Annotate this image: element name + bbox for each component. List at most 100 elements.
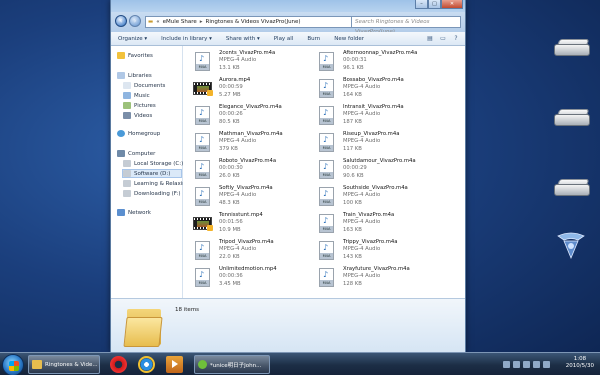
starcraft-logo-icon[interactable] — [554, 228, 588, 262]
drive-icon — [123, 180, 131, 187]
nav-documents[interactable]: Documents — [123, 82, 165, 89]
minimize-button[interactable]: – — [415, 0, 428, 9]
maximize-button[interactable]: □ — [428, 0, 441, 9]
title-bar[interactable] — [111, 0, 465, 12]
file-item[interactable]: ♪ M4A Bossabo_VivazPro.m4a MPEG-4 Audio 164 … — [319, 77, 453, 103]
nav-computer[interactable]: Computer — [117, 150, 155, 157]
nav-music[interactable]: Music — [123, 92, 150, 99]
file-item[interactable]: ♪ M4A Tripod_VivazPro.m4a MPEG-4 Audio 22.0 … — [195, 239, 329, 265]
file-size: 48.3 KB — [219, 199, 240, 206]
tray-icon[interactable] — [503, 361, 510, 368]
file-item[interactable]: ♪ M4A Softly_VivazPro.m4a MPEG-4 Audio 48.3 … — [195, 185, 329, 211]
nav-label: Software (D:) — [134, 170, 171, 177]
file-item[interactable]: ♪ M4A Xrayfuture_VivazPro.m4a MPEG-4 Audio 1… — [319, 266, 453, 292]
audio-file-icon: ♪ M4A — [195, 241, 210, 260]
network-tray-icon[interactable] — [533, 361, 540, 368]
folder-icon — [123, 303, 163, 347]
desktop-drive-icon[interactable] — [550, 178, 594, 200]
nav-videos[interactable]: Videos — [123, 112, 152, 119]
search-input[interactable]: Search Ringtones & Videos VivazPro(June) — [351, 16, 461, 35]
drive-icon — [123, 170, 131, 177]
nav-pictures[interactable]: Pictures — [123, 102, 156, 109]
nav-label: Documents — [134, 82, 166, 89]
file-item[interactable]: ♪ M4A Trippy_VivazPro.m4a MPEG-4 Audio 143 K… — [319, 239, 453, 265]
tray-icon[interactable] — [523, 361, 530, 368]
nav-libraries[interactable]: Libraries — [117, 72, 152, 79]
file-details: Southside_VivazPro.m4a MPEG-4 Audio 100 KB — [343, 185, 408, 207]
videos-icon — [123, 112, 131, 119]
nav-homegroup[interactable]: Homegroup — [117, 130, 160, 137]
forward-button[interactable]: › — [129, 15, 141, 27]
audio-file-icon: ♪ M4A — [319, 106, 334, 125]
file-name: Unlimitedmotion.mp4 — [219, 266, 277, 272]
file-details: Intransit_VivazPro.m4a MPEG-4 Audio 187 KB — [343, 104, 404, 126]
nav-local-storage[interactable]: Local Storage (C:) — [123, 160, 183, 167]
nav-learning[interactable]: Learning & Relaxing — [123, 180, 189, 187]
file-item[interactable]: ♪ M4A Afternoonnap_VivazPro.m4a 00:00:31 96.… — [319, 50, 453, 76]
view-options-icon[interactable]: ▤ — [425, 34, 435, 43]
organize-button[interactable]: Organize ▾ — [111, 36, 154, 42]
nav-favorites[interactable]: Favorites — [117, 52, 153, 59]
new-folder-button[interactable]: New folder — [327, 36, 371, 42]
file-size: 96.1 KB — [343, 64, 364, 71]
burn-button[interactable]: Burn — [300, 36, 327, 42]
preview-pane-icon[interactable]: ▭ — [438, 34, 448, 43]
volume-icon[interactable] — [543, 361, 550, 368]
file-item[interactable]: ♪ M4A Southside_VivazPro.m4a MPEG-4 Audio 10… — [319, 185, 453, 211]
taskbar-chat-button[interactable]: *unice明日子John... — [194, 355, 270, 374]
nav-network[interactable]: Network — [117, 209, 151, 216]
file-item[interactable]: ♪ M4A Riseup_VivazPro.m4a MPEG-4 Audio 117 K… — [319, 131, 453, 157]
breadcrumb-part[interactable]: Ringtones & Videos VivazPro(June) — [206, 19, 301, 25]
file-item[interactable]: ♪ M4A Unlimitedmotion.mp4 00:00:36 3.45 MB — [195, 266, 329, 292]
file-details: Tripod_VivazPro.m4a MPEG-4 Audio 22.0 KB — [219, 239, 274, 261]
windows-logo-icon — [9, 361, 19, 371]
navigation-pane: Favorites Libraries Documents Music Pict… — [111, 46, 189, 298]
file-info: MPEG-4 Audio — [343, 138, 381, 145]
taskbar-explorer-button[interactable]: Ringtones & Vide... — [28, 355, 100, 374]
tray-icon[interactable] — [513, 361, 520, 368]
start-button[interactable] — [2, 354, 24, 375]
share-with-button[interactable]: Share with ▾ — [219, 36, 267, 42]
play-all-button[interactable]: Play all — [267, 36, 301, 42]
nav-software[interactable]: Software (D:) — [122, 169, 182, 178]
file-item[interactable]: ♪ M4A Elegance_VivazPro.m4a 00:00:26 80.5 KB — [195, 104, 329, 130]
audio-file-icon: ♪ M4A — [319, 268, 334, 287]
address-overflow[interactable]: « — [156, 19, 159, 25]
file-item[interactable]: ♪ M4A Intransit_VivazPro.m4a MPEG-4 Audio 18… — [319, 104, 453, 130]
include-in-library-button[interactable]: Include in library ▾ — [154, 36, 219, 42]
file-item[interactable]: Tennisstunt.mp4 00:01:56 10.9 MB — [193, 212, 329, 238]
internet-explorer-icon[interactable] — [138, 356, 155, 373]
file-details: Unlimitedmotion.mp4 00:00:36 3.45 MB — [219, 266, 277, 288]
desktop-drive-icon[interactable] — [550, 108, 594, 130]
audio-file-icon: ♪ M4A — [319, 52, 334, 71]
opera-icon[interactable] — [110, 356, 127, 373]
file-item[interactable]: ♪ M4A Train_VivazPro.m4a MPEG-4 Audio 163 KB — [319, 212, 453, 238]
file-item[interactable]: ♪ M4A Mathman_VivazPro.m4a MPEG-4 Audio 379 … — [195, 131, 329, 157]
nav-label: Homegroup — [128, 130, 161, 137]
nav-downloading[interactable]: Downloading (F:) — [123, 190, 180, 197]
nav-label: Music — [134, 92, 150, 99]
address-bar[interactable]: ▬ « eMule Share ▸ Ringtones & Videos Viv… — [145, 16, 355, 28]
desktop-drive-icon[interactable] — [550, 38, 594, 60]
back-button[interactable]: ‹ — [115, 15, 127, 27]
file-item[interactable]: ♪ M4A Salutdamour_VivazPro.m4a 00:00:29 90.6… — [319, 158, 453, 184]
file-details: Aurora.mp4 00:00:59 5.27 MB — [219, 77, 250, 99]
file-item[interactable]: Aurora.mp4 00:00:59 5.27 MB — [193, 77, 329, 103]
nav-label: Favorites — [128, 52, 153, 59]
homegroup-icon — [117, 130, 125, 137]
clock-date: 2010/5/30 — [565, 363, 594, 369]
file-info: 00:00:36 — [219, 273, 243, 280]
breadcrumb-part[interactable]: eMule Share — [163, 19, 197, 25]
media-player-icon[interactable] — [166, 356, 183, 373]
file-info: MPEG-4 Audio — [343, 246, 381, 253]
file-info: 00:00:30 — [219, 165, 243, 172]
clock[interactable]: 1:08 2010/5/30 — [566, 356, 594, 370]
help-icon[interactable]: ? — [451, 34, 461, 43]
close-button[interactable]: ✕ — [441, 0, 463, 9]
breadcrumb-separator-icon[interactable]: ▸ — [200, 19, 203, 25]
video-file-icon — [193, 82, 213, 96]
file-item[interactable]: ♪ M4A Roboto_VivazPro.m4a 00:00:30 26.0 KB — [195, 158, 329, 184]
audio-file-icon: ♪ M4A — [319, 214, 334, 233]
file-size: 187 KB — [343, 118, 362, 125]
file-item[interactable]: ♪ M4A 2cents_VivazPro.m4a MPEG-4 Audio 13.1 … — [195, 50, 329, 76]
